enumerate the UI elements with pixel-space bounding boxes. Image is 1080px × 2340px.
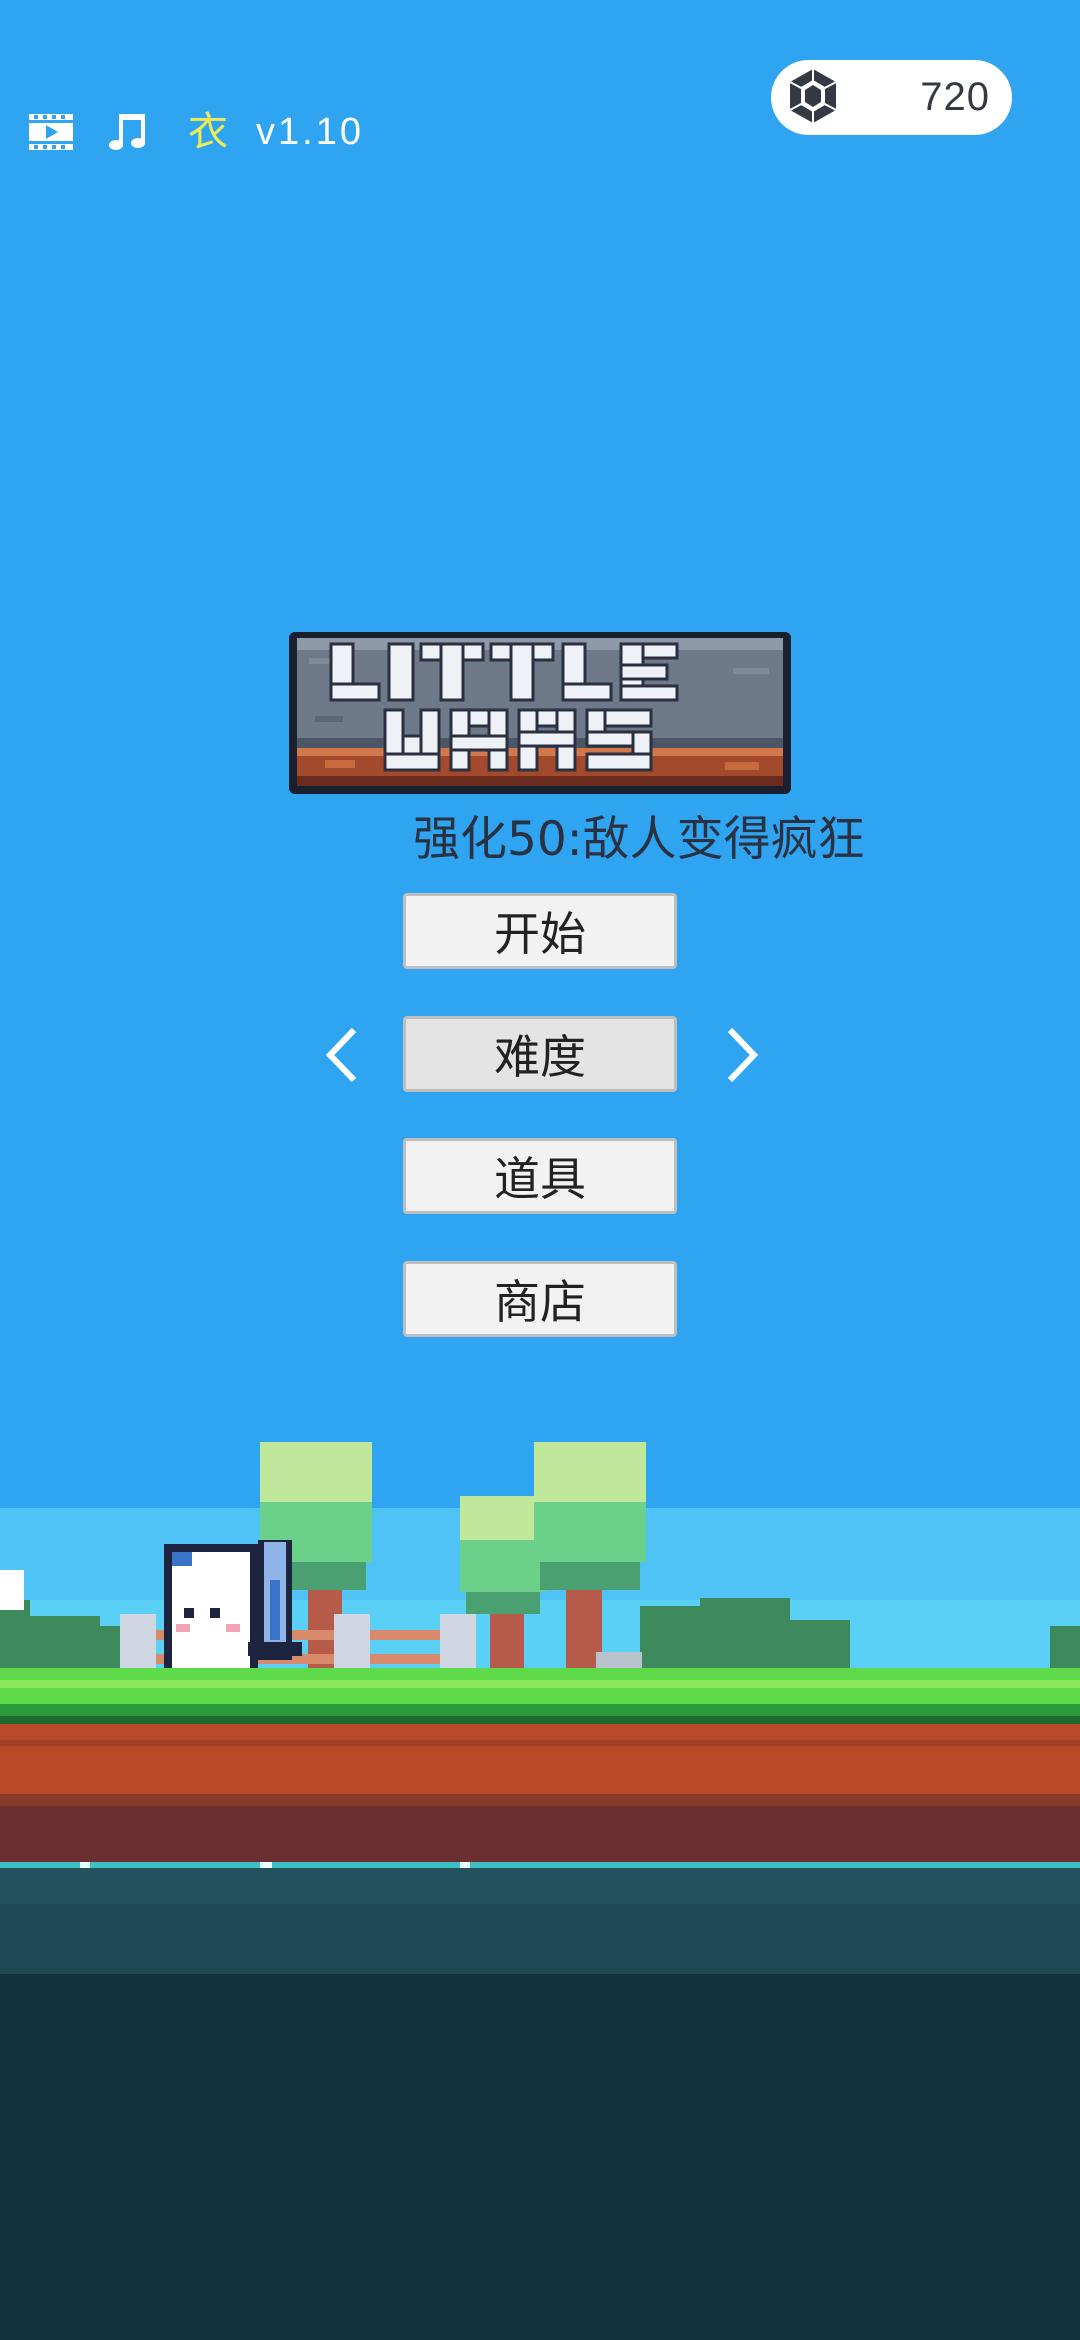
difficulty-description: 强化50:敌人变得疯狂: [413, 812, 865, 867]
game-logo: [285, 628, 795, 798]
version-label: v1.10: [256, 110, 364, 153]
gem-icon: [783, 66, 843, 130]
chevron-right-icon[interactable]: [722, 1024, 762, 1086]
ground-scene: [0, 1430, 1080, 2340]
chevron-left-icon[interactable]: [322, 1024, 362, 1086]
items-button[interactable]: 道具: [403, 1138, 677, 1214]
shop-button[interactable]: 商店: [403, 1261, 677, 1337]
difficulty-button[interactable]: 难度: [403, 1016, 677, 1092]
start-button[interactable]: 开始: [403, 893, 677, 969]
gem-counter: 720: [771, 60, 1012, 135]
outfit-button[interactable]: 衣: [188, 112, 228, 152]
video-icon[interactable]: [26, 107, 76, 157]
gem-amount: 720: [920, 75, 990, 119]
music-note-icon[interactable]: [104, 107, 154, 157]
top-toolbar: 衣 v1.10: [26, 104, 364, 160]
